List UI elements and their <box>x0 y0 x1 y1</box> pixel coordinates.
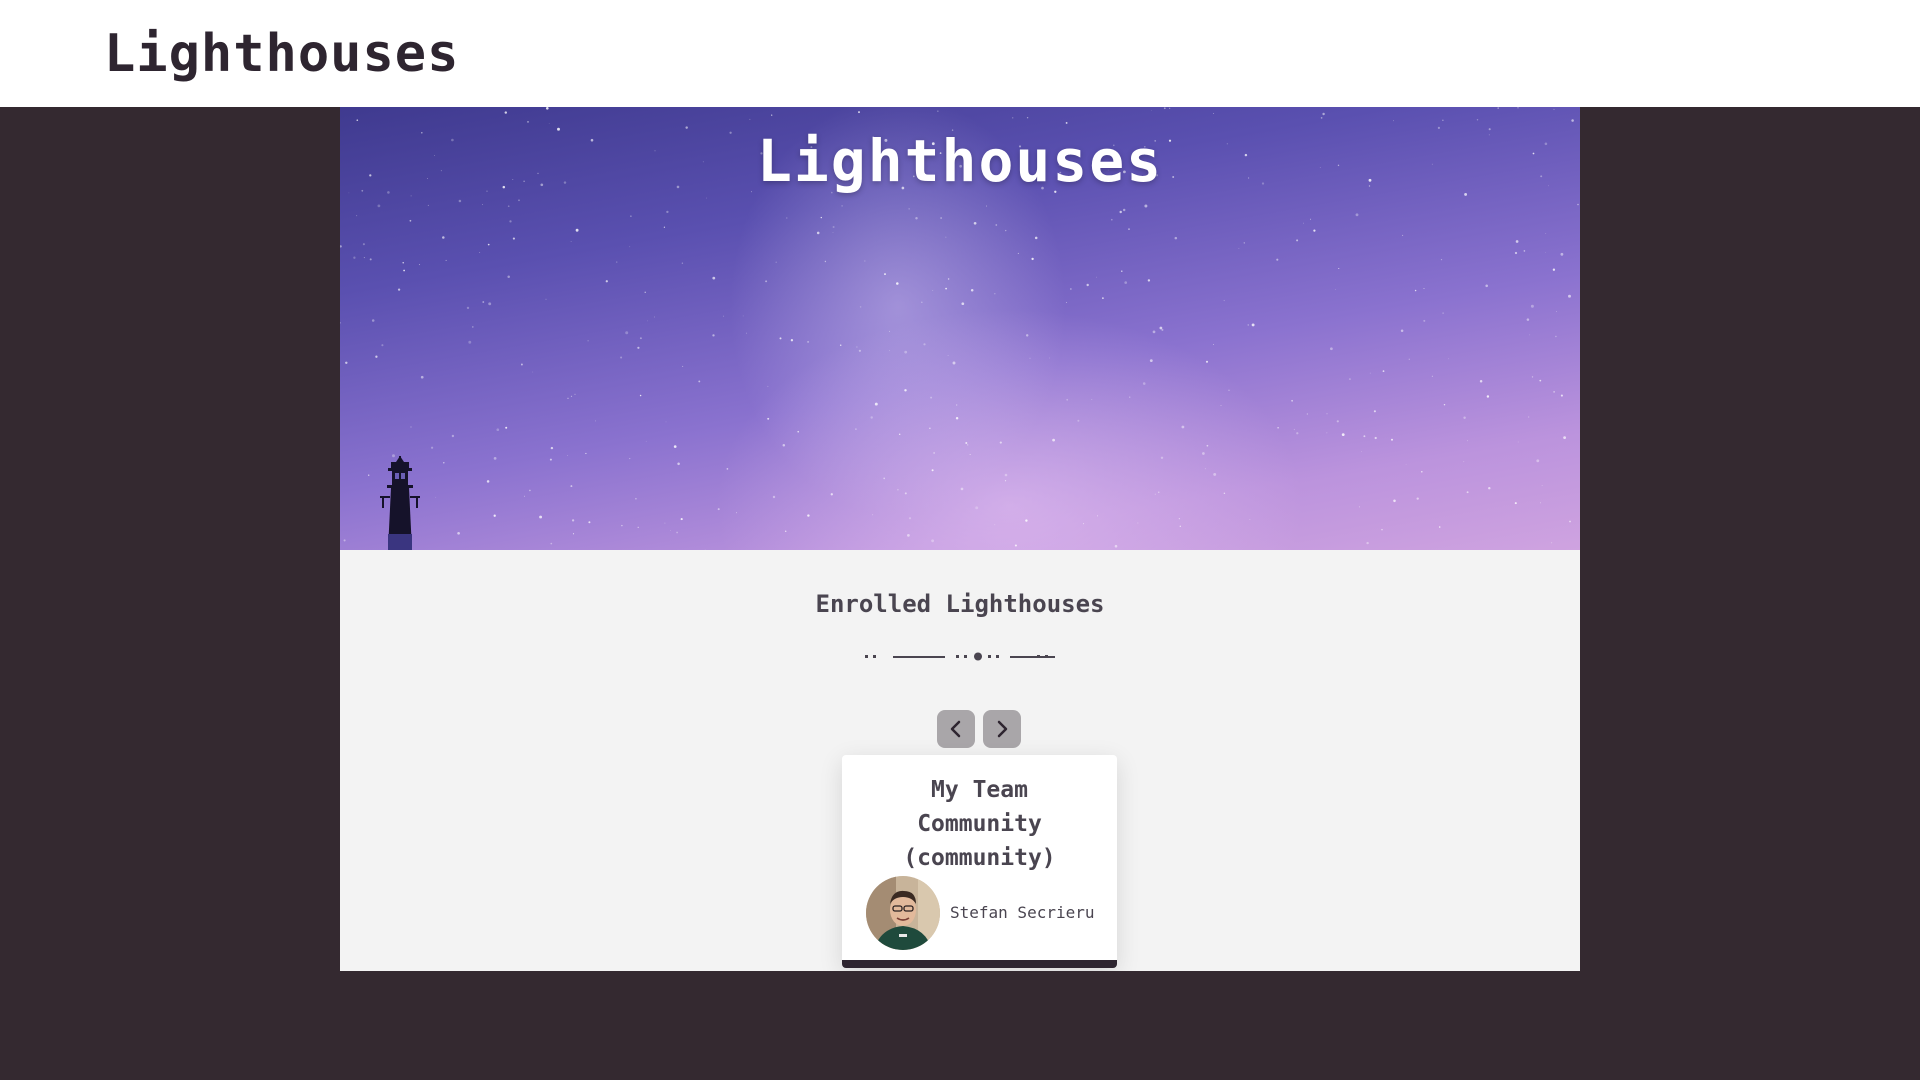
lighthouse-card-title[interactable]: My Team Community (community) <box>842 773 1117 875</box>
carousel-next-button[interactable] <box>983 710 1021 748</box>
decorative-divider <box>865 652 1055 661</box>
enrolled-lighthouses-section: Enrolled Lighthouses My Team Community (… <box>340 550 1580 971</box>
section-title: Enrolled Lighthouses <box>815 590 1105 618</box>
avatar <box>866 876 940 950</box>
lighthouse-card[interactable]: My Team Community (community) Stefan Sec… <box>842 755 1117 968</box>
top-bar: Lighthouses <box>0 0 1920 107</box>
carousel-prev-button[interactable] <box>937 710 975 748</box>
owner-name: Stefan Secrieru <box>950 903 1095 922</box>
chevron-right-icon <box>997 720 1008 738</box>
brand-logo[interactable]: Lighthouses <box>104 22 459 86</box>
main-content: Lighthouses Enrolled Lighthouses My Team… <box>340 107 1580 971</box>
lighthouse-silhouette-icon <box>380 456 420 550</box>
chevron-left-icon <box>950 720 961 738</box>
hero-title: Lighthouses <box>756 127 1164 195</box>
hero-banner: Lighthouses <box>340 107 1580 550</box>
